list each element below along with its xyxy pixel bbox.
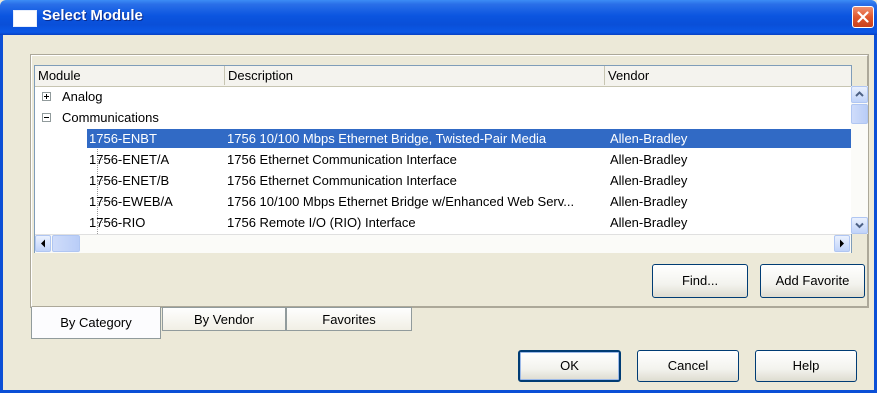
column-header-vendor[interactable]: Vendor	[605, 66, 851, 85]
row-vendor: Allen-Bradley	[610, 152, 688, 167]
row-description: 1756 10/100 Mbps Ethernet Bridge w/Enhan…	[227, 194, 575, 209]
arrow-down-icon	[855, 222, 864, 229]
horizontal-scrollbar[interactable]	[35, 234, 851, 253]
scroll-down-button[interactable]	[851, 217, 868, 234]
tab-favorites[interactable]: Favorites	[286, 307, 412, 331]
row-description: 1756 Ethernet Communication Interface	[227, 173, 457, 188]
arrow-right-icon	[840, 239, 844, 248]
close-icon	[857, 11, 869, 23]
column-header-module[interactable]: Module	[35, 66, 225, 85]
row-vendor: Allen-Bradley	[610, 173, 688, 188]
vertical-scrollbar[interactable]	[851, 86, 868, 234]
list-rows: Analog Communications 1756-ENBT 1756 10/…	[35, 86, 851, 234]
window-title: Select Module	[42, 7, 143, 24]
row-module: 1756-EWEB/A	[89, 194, 173, 209]
tab-by-category[interactable]: By Category	[31, 307, 161, 339]
add-favorite-button[interactable]: Add Favorite	[760, 264, 865, 298]
vertical-scroll-thumb[interactable]	[851, 104, 868, 124]
row-vendor: Allen-Bradley	[610, 194, 688, 209]
row-module: 1756-ENET/A	[89, 152, 170, 167]
row-module: Analog	[62, 89, 103, 104]
tree-row-analog[interactable]: Analog	[35, 86, 851, 107]
table-row-selected[interactable]: 1756-ENBT 1756 10/100 Mbps Ethernet Brid…	[35, 128, 851, 149]
column-header-description[interactable]: Description	[225, 66, 605, 85]
row-description: 1756 10/100 Mbps Ethernet Bridge, Twiste…	[227, 131, 547, 146]
scroll-left-button[interactable]	[35, 235, 51, 252]
arrow-up-icon	[855, 91, 864, 97]
arrow-left-icon	[41, 239, 45, 248]
table-row[interactable]: 1756-ENET/A 1756 Ethernet Communication …	[35, 149, 851, 170]
row-vendor: Allen-Bradley	[610, 215, 688, 230]
cancel-button[interactable]: Cancel	[637, 350, 739, 382]
row-description: 1756 Ethernet Communication Interface	[227, 152, 457, 167]
select-module-dialog: Select Module Module Description Vendor	[0, 0, 877, 393]
module-list[interactable]: Module Description Vendor Analog Communi…	[34, 65, 868, 253]
table-row[interactable]: 1756-ENET/B 1756 Ethernet Communication …	[35, 170, 851, 191]
window-icon	[13, 10, 37, 27]
row-module: 1756-ENET/B	[89, 173, 170, 188]
table-row[interactable]: 1756-EWEB/A 1756 10/100 Mbps Ethernet Br…	[35, 191, 851, 212]
find-button[interactable]: Find...	[652, 264, 748, 298]
window-border-left	[0, 35, 3, 393]
row-module: 1756-ENBT	[89, 131, 157, 146]
tree-row-communications[interactable]: Communications	[35, 107, 851, 128]
row-module: Communications	[62, 110, 159, 125]
collapse-minus-icon[interactable]	[42, 113, 51, 122]
help-button[interactable]: Help	[755, 350, 857, 382]
title-bar[interactable]: Select Module	[0, 0, 877, 35]
list-header: Module Description Vendor	[35, 66, 851, 87]
horizontal-scroll-thumb[interactable]	[52, 235, 80, 252]
row-description: 1756 Remote I/O (RIO) Interface	[227, 215, 416, 230]
row-vendor: Allen-Bradley	[610, 131, 688, 146]
scroll-up-button[interactable]	[851, 86, 868, 103]
table-row[interactable]: 1756-RIO 1756 Remote I/O (RIO) Interface…	[35, 212, 851, 233]
ok-button[interactable]: OK	[518, 350, 621, 382]
expand-plus-icon[interactable]	[42, 92, 51, 101]
row-module: 1756-RIO	[89, 215, 146, 230]
scroll-right-button[interactable]	[834, 235, 850, 252]
close-button[interactable]	[852, 6, 874, 28]
tab-by-vendor[interactable]: By Vendor	[162, 307, 286, 331]
